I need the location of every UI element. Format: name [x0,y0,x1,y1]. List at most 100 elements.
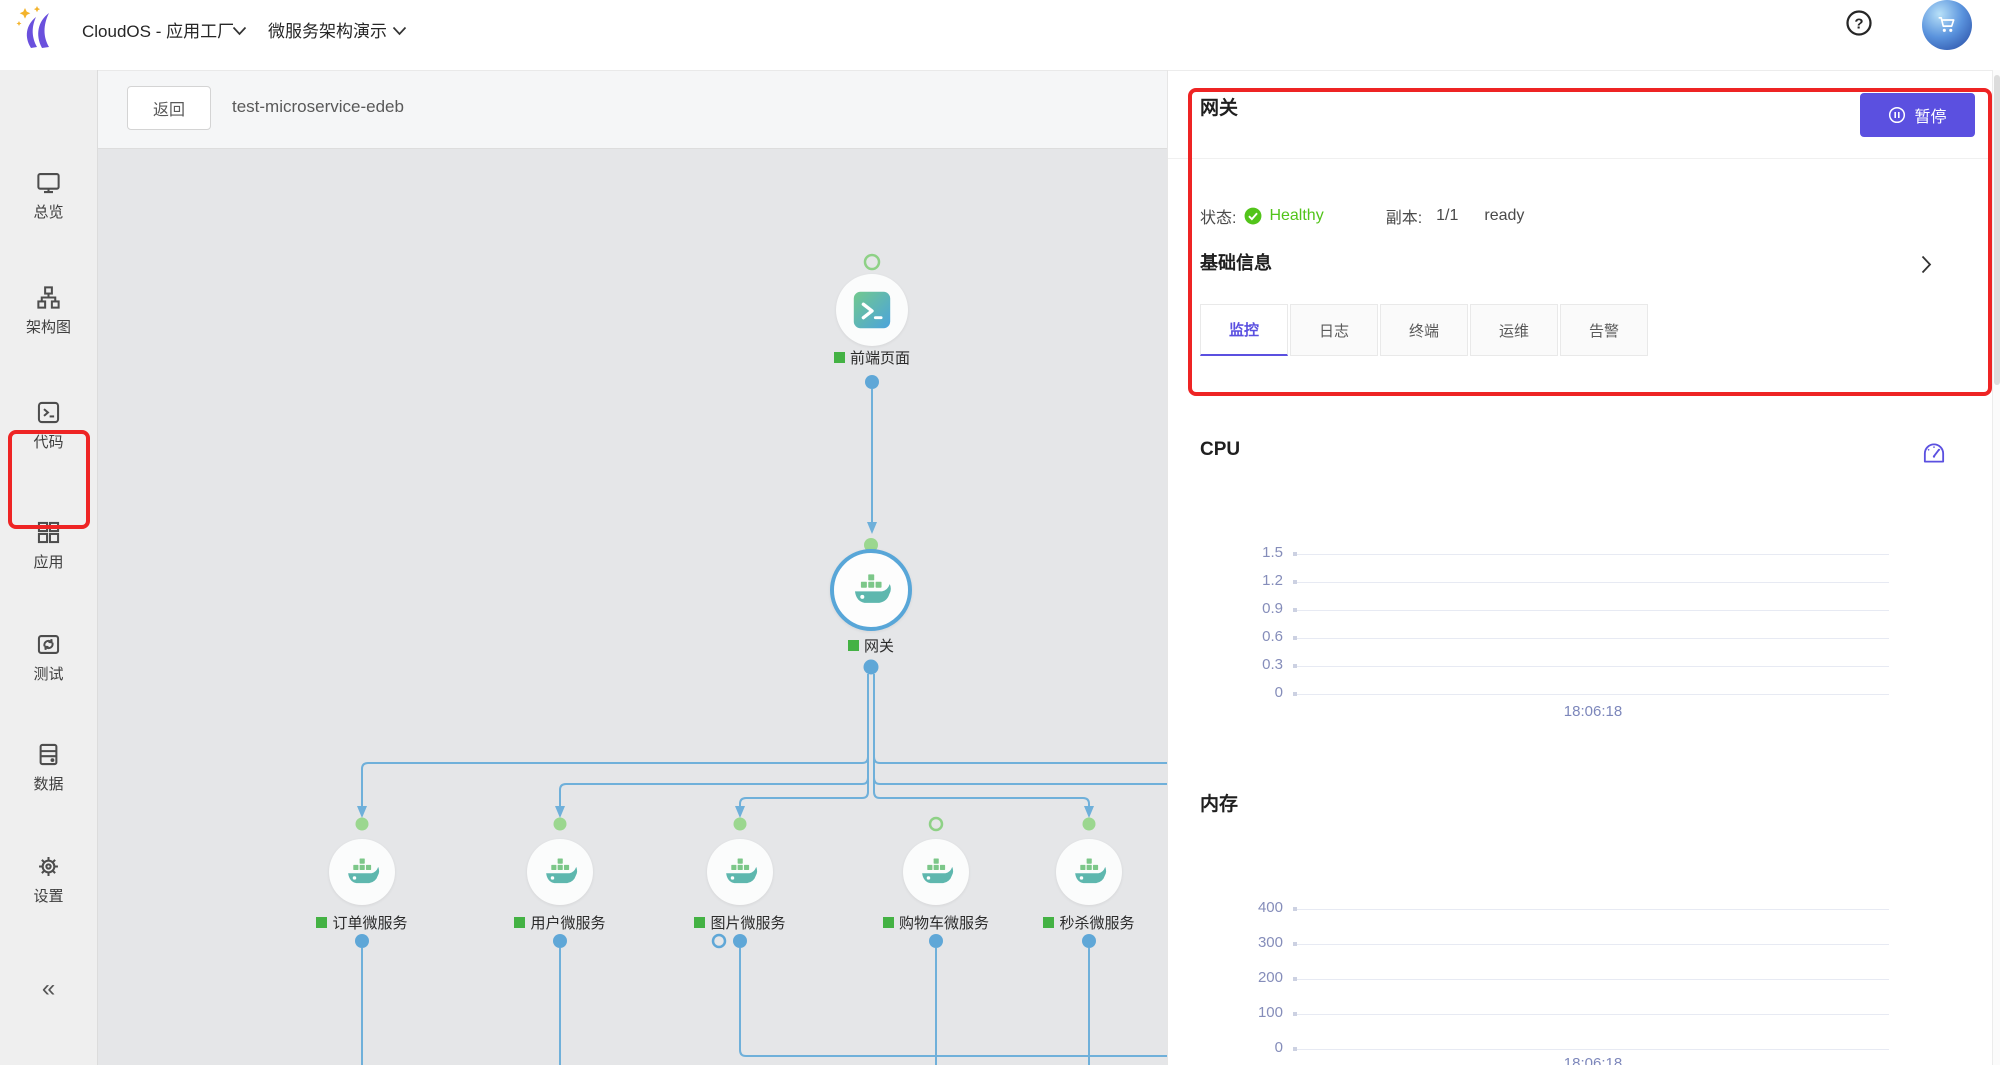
sidebar-item-label: 应用 [0,551,97,572]
status-square [848,640,859,651]
replicas-value: 1/1 [1436,207,1458,225]
application-name-title: test-microservice-edeb [232,86,404,128]
sidebar-item-label: 架构图 [0,316,97,337]
cpu-x-axis-label: 18:06:18 [1513,703,1673,720]
node-label-image: 图片微服务 [660,912,820,933]
pause-icon [1888,106,1906,124]
settings-gear-icon [35,853,62,880]
status-square [316,917,327,928]
basic-info-label: 基础信息 [1200,253,1272,273]
gridline-row: 200 [1168,979,1992,980]
service-detail-panel: 网关 暂停 状态: Healthy 副本: 1/1 ready 基础信息 [1168,70,1992,1065]
gridline-row: 1.2 [1168,582,1992,583]
node-label-gateway: 网关 [791,635,951,656]
sidebar-item-overview[interactable]: 总览 [0,169,97,222]
status-row: 状态: Healthy 副本: 1/1 ready [1200,201,1524,231]
node-cart-service[interactable] [903,839,969,905]
tab-logs[interactable]: 日志 [1290,304,1378,356]
node-gateway[interactable] [830,549,912,631]
user-avatar[interactable] [1922,0,1972,50]
replicas-state: ready [1484,207,1524,225]
status-square [694,917,705,928]
status-value: Healthy [1269,207,1323,225]
help-icon[interactable]: ? [1844,8,1874,38]
node-circle [836,274,908,346]
svg-text:?: ? [1854,15,1863,32]
docker-whale-icon [343,853,381,891]
node-order-service[interactable] [329,839,395,905]
node-frontend[interactable] [836,274,908,346]
cloudos-app-window: CloudOS - 应用工厂 微服务架构演示 ? [0,0,2000,1065]
divider [1168,158,1992,159]
sidebar-item-apps[interactable]: 应用 [0,519,97,572]
pause-button[interactable]: 暂停 [1860,93,1975,137]
panel-tabs: 监控 日志 终端 运维 告警 [1200,304,1650,358]
chevron-down-icon[interactable] [392,23,407,41]
sidebar-item-label: 测试 [0,663,97,684]
memory-chart-title: 内存 [1200,789,1238,816]
panel-title: 网关 [1200,93,1238,120]
workspace-switcher[interactable]: CloudOS - 应用工厂 [82,17,234,42]
node-circle [707,839,773,905]
panel-scrollbar-track [1992,70,2000,1065]
architecture-diagram-icon [35,284,62,311]
sidebar-item-code[interactable]: 代码 [0,399,97,452]
gridline-row: 100 [1168,1014,1992,1015]
top-header-bar: CloudOS - 应用工厂 微服务架构演示 ? [0,0,2000,70]
docker-whale-icon [849,568,893,612]
node-image-service[interactable] [707,839,773,905]
status-square [514,917,525,928]
docker-whale-icon [1070,853,1108,891]
node-circle [903,839,969,905]
sidebar-item-label: 总览 [0,201,97,222]
healthy-check-icon [1244,207,1262,225]
node-user-service[interactable] [527,839,593,905]
sidebar-item-label: 代码 [0,431,97,452]
back-button[interactable]: 返回 [127,86,211,130]
cloudos-logo-icon [14,5,60,53]
memory-x-axis-label: 18:06:18 [1513,1055,1673,1065]
node-circle [1056,839,1122,905]
chevron-right-icon [1921,255,1932,279]
node-label-frontend: 前端页面 [792,347,952,368]
gridline-row: 300 [1168,944,1992,945]
tab-alerts[interactable]: 告警 [1560,304,1648,356]
code-terminal-icon [35,399,62,426]
cpu-chart-title: CPU [1200,439,1240,461]
tab-monitoring[interactable]: 监控 [1200,304,1288,356]
chevron-down-icon[interactable] [232,23,247,41]
node-label-order: 订单微服务 [282,912,442,933]
replicas-label: 副本: [1386,204,1422,228]
gridline-row: 0.3 [1168,666,1992,667]
data-server-icon [35,741,62,768]
gridline-row: 1.5 [1168,554,1992,555]
panel-scrollbar-thumb[interactable] [1994,75,2000,385]
docker-whale-icon [541,853,579,891]
overview-monitor-icon [35,169,62,196]
test-cycle-icon [35,631,62,658]
status-square [834,352,845,363]
gridline-row: 0 [1168,694,1992,695]
basic-info-expander[interactable]: 基础信息 [1200,249,1960,283]
docker-whale-icon [721,853,759,891]
sidebar-item-architecture[interactable]: 架构图 [0,284,97,337]
sidebar-item-test[interactable]: 测试 [0,631,97,684]
gauge-icon[interactable] [1920,439,1948,467]
sidebar-item-label: 设置 [0,885,97,906]
tab-terminal[interactable]: 终端 [1380,304,1468,356]
project-switcher[interactable]: 微服务架构演示 [268,17,387,42]
left-nav-sidebar: 总览 架构图 代码 应用 [0,70,98,1065]
sidebar-item-label: 数据 [0,773,97,794]
status-square [1043,917,1054,928]
gridline-row: 400 [1168,909,1992,910]
node-seckill-service[interactable] [1056,839,1122,905]
sidebar-collapse-button[interactable]: « [0,975,97,1003]
node-label-user: 用户微服务 [480,912,640,933]
node-label-seckill: 秒杀微服务 [1009,912,1169,933]
node-label-cart: 购物车微服务 [856,912,1016,933]
sidebar-item-settings[interactable]: 设置 [0,853,97,906]
sidebar-item-data[interactable]: 数据 [0,741,97,794]
node-circle [329,839,395,905]
terminal-app-icon [849,287,895,333]
tab-ops[interactable]: 运维 [1470,304,1558,356]
